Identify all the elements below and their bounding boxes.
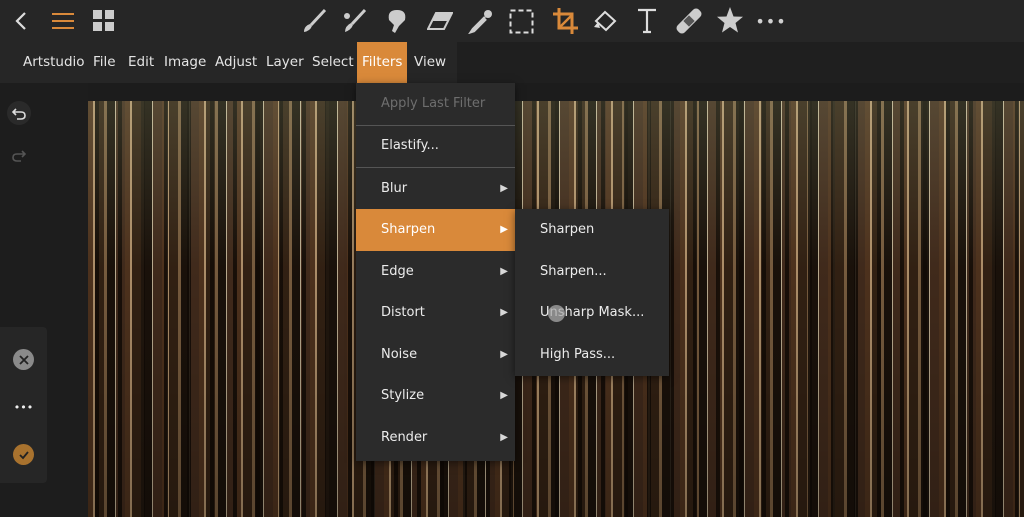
submenu-arrow-icon: ▶ — [500, 390, 508, 401]
menu-item-edge[interactable]: Edge ▶ — [356, 251, 515, 293]
label: Sharpen — [381, 222, 436, 237]
sharpen-submenu: Sharpen Sharpen... Unsharp Mask... High … — [515, 209, 669, 376]
menu-item-stylize[interactable]: Stylize ▶ — [356, 375, 515, 417]
label: Render — [381, 430, 428, 445]
menu-adjust[interactable]: Adjust — [209, 42, 263, 83]
text-icon[interactable] — [633, 6, 661, 36]
label: Stylize — [381, 388, 425, 403]
menu-select[interactable]: Select — [306, 42, 360, 83]
more-icon[interactable]: ••• — [755, 8, 785, 34]
menu-item-distort[interactable]: Distort ▶ — [356, 292, 515, 334]
menu-view[interactable]: View — [408, 42, 452, 83]
smudge-icon[interactable] — [383, 7, 411, 35]
menu-item-render[interactable]: Render ▶ — [356, 417, 515, 459]
mixer-brush-icon[interactable] — [340, 7, 368, 35]
menu-artstudio[interactable]: Artstudio — [17, 42, 91, 83]
selection-icon[interactable] — [508, 8, 535, 35]
submenu-arrow-icon: ▶ — [500, 224, 508, 235]
close-icon[interactable] — [13, 349, 34, 370]
touch-indicator — [548, 305, 565, 322]
redo-icon[interactable] — [7, 143, 31, 167]
menu-edit[interactable]: Edit — [122, 42, 160, 83]
menu-layer[interactable]: Layer — [260, 42, 310, 83]
menubar-background — [457, 42, 1024, 83]
menu-item-blur[interactable]: Blur ▶ — [356, 168, 515, 210]
menu-item-sharpen[interactable]: Sharpen ▶ — [356, 209, 515, 251]
action-panel: ••• — [0, 327, 47, 483]
label: Distort — [381, 305, 425, 320]
menu-filters[interactable]: Filters — [357, 42, 407, 83]
paintbrush-icon[interactable] — [300, 7, 328, 35]
back-icon[interactable] — [8, 6, 34, 36]
eraser-icon[interactable] — [426, 7, 454, 35]
eyedropper-icon[interactable] — [467, 7, 495, 35]
top-toolbar: ••• — [0, 0, 1024, 42]
menu-icon[interactable] — [50, 8, 76, 34]
transform-icon[interactable] — [591, 7, 619, 35]
submenu-item-sharpen[interactable]: Sharpen — [515, 209, 669, 251]
more-icon[interactable]: ••• — [11, 397, 36, 417]
menu-image[interactable]: Image — [158, 42, 212, 83]
label: Edge — [381, 264, 414, 279]
menu-file[interactable]: File — [87, 42, 122, 83]
check-icon[interactable] — [13, 444, 34, 465]
healing-icon[interactable] — [674, 6, 704, 36]
filters-menu: Apply Last Filter Elastify... Blur ▶ Shar… — [356, 83, 515, 461]
undo-icon[interactable] — [7, 101, 31, 125]
menu-bar: Artstudio File Edit Image Adjust Layer S… — [0, 42, 1024, 83]
label: Blur — [381, 181, 408, 196]
menu-item-apply-last-filter: Apply Last Filter — [381, 96, 486, 111]
submenu-item-sharpen-dialog[interactable]: Sharpen... — [515, 251, 669, 293]
submenu-arrow-icon: ▶ — [500, 266, 508, 277]
submenu-arrow-icon: ▶ — [500, 183, 508, 194]
crop-icon[interactable] — [551, 6, 579, 36]
submenu-item-unsharp-mask[interactable]: Unsharp Mask... — [515, 292, 669, 334]
submenu-arrow-icon: ▶ — [500, 349, 508, 360]
grid-icon[interactable] — [92, 9, 116, 33]
star-icon[interactable] — [715, 5, 745, 35]
label: Noise — [381, 347, 418, 362]
menu-item-elastify[interactable]: Elastify... — [356, 125, 515, 167]
submenu-arrow-icon: ▶ — [500, 432, 508, 443]
submenu-arrow-icon: ▶ — [500, 307, 508, 318]
menu-item-noise[interactable]: Noise ▶ — [356, 334, 515, 376]
submenu-item-high-pass[interactable]: High Pass... — [515, 334, 669, 376]
